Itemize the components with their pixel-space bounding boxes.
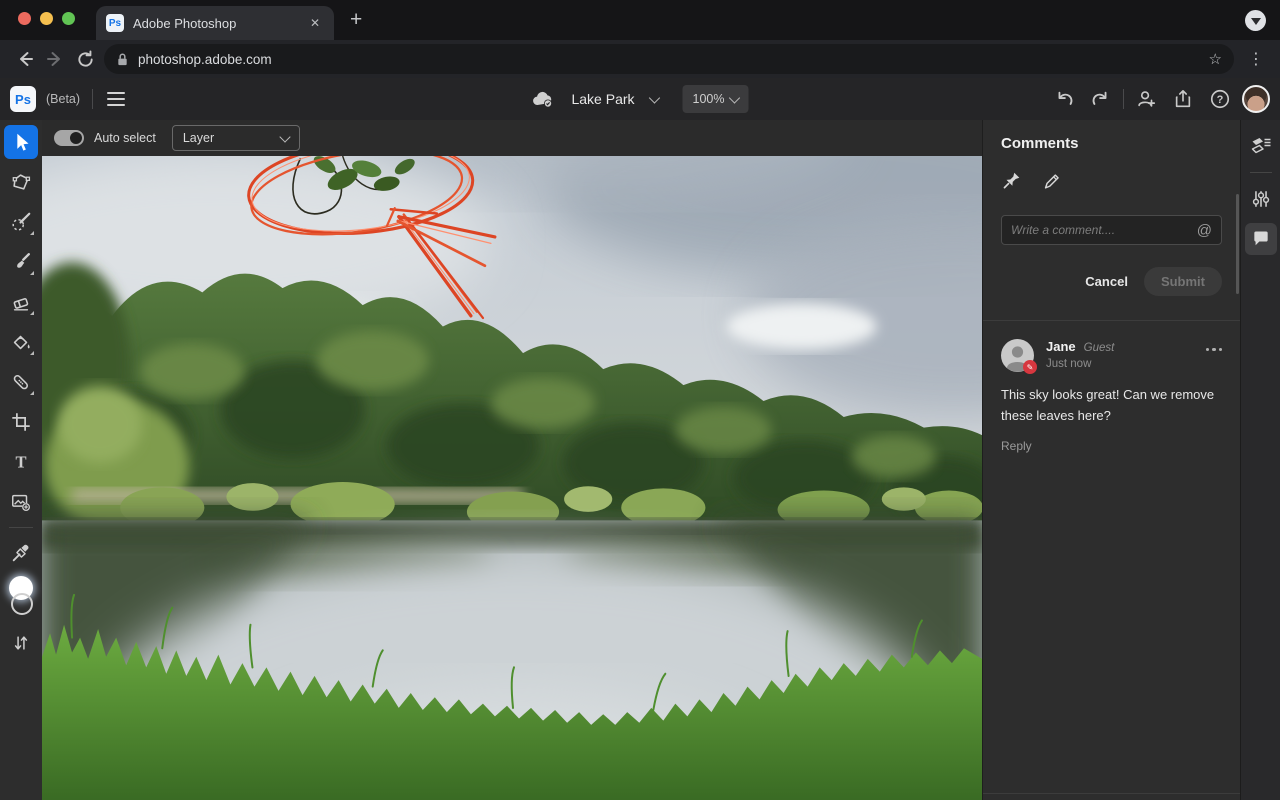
- lock-icon: [116, 52, 129, 67]
- back-button[interactable]: [10, 44, 40, 74]
- help-icon[interactable]: ?: [1205, 84, 1235, 114]
- browser-menu-icon[interactable]: ⋮: [1242, 49, 1270, 69]
- user-avatar[interactable]: [1242, 85, 1270, 113]
- tab-title: Adobe Photoshop: [133, 16, 297, 31]
- document-name[interactable]: Lake Park: [571, 91, 634, 107]
- forward-button[interactable]: [40, 44, 70, 74]
- eraser-tool-icon: [10, 291, 32, 313]
- comment-more-icon[interactable]: [1206, 344, 1223, 352]
- document-chevron-icon[interactable]: [649, 92, 660, 103]
- tab-close-icon[interactable]: ✕: [306, 14, 324, 32]
- zoom-level-dropdown[interactable]: 100%: [683, 85, 749, 113]
- background-color-swatch[interactable]: [11, 593, 33, 615]
- eraser-tool[interactable]: [4, 285, 38, 319]
- auto-select-toggle[interactable]: [54, 130, 84, 146]
- draw-annotation-icon[interactable]: [1041, 170, 1063, 197]
- ps-header: Ps (Beta) Lake Park 100% ?: [0, 78, 1280, 120]
- mention-icon[interactable]: @: [1197, 222, 1212, 239]
- new-tab-button[interactable]: +: [344, 10, 368, 30]
- type-tool-icon: T: [10, 451, 32, 473]
- document-canvas[interactable]: [42, 156, 982, 800]
- panel-scrollbar[interactable]: [1236, 194, 1239, 294]
- right-taskbar: i: [1240, 120, 1280, 800]
- svg-text:T: T: [15, 453, 26, 472]
- layer-target-value: Layer: [183, 131, 214, 145]
- tools-panel: T: [0, 120, 42, 800]
- brush-tool-icon: [10, 251, 32, 273]
- browser-tab[interactable]: Ps Adobe Photoshop ✕: [96, 6, 334, 40]
- layer-target-dropdown[interactable]: Layer: [172, 125, 300, 151]
- url-text[interactable]: photoshop.adobe.com: [138, 52, 1200, 67]
- fill-tool-icon: [10, 331, 32, 353]
- pin-comment-icon[interactable]: [1001, 170, 1023, 197]
- svg-text:?: ?: [1217, 94, 1224, 106]
- swap-colors-button[interactable]: [4, 626, 38, 660]
- eyedropper-tool-icon: [10, 542, 32, 564]
- swap-arrows-icon: [11, 633, 31, 653]
- zoom-level-value: 100%: [693, 92, 725, 106]
- place-image-tool[interactable]: [4, 485, 38, 519]
- comment-composer[interactable]: @: [1001, 215, 1222, 245]
- commenter-avatar: ✎: [1001, 339, 1034, 372]
- photoshop-logo[interactable]: Ps: [10, 86, 36, 112]
- browser-tabstrip: Ps Adobe Photoshop ✕ +: [0, 0, 1280, 40]
- type-tool[interactable]: T: [4, 445, 38, 479]
- cancel-button[interactable]: Cancel: [1085, 274, 1128, 289]
- cloud-document-icon: [531, 90, 555, 108]
- lake-photo: [42, 156, 982, 800]
- browser-extension-icon[interactable]: [1245, 10, 1266, 31]
- commenter-role: Guest: [1084, 342, 1115, 354]
- reply-link[interactable]: Reply: [1001, 439, 1222, 453]
- place-image-tool-icon: [10, 491, 32, 513]
- auto-select-label: Auto select: [94, 131, 156, 145]
- tool-options-bar: Auto select Layer: [42, 120, 982, 156]
- submit-button[interactable]: Submit: [1144, 267, 1222, 296]
- fill-tool[interactable]: [4, 325, 38, 359]
- comment-text: This sky looks great! Can we remove thes…: [1001, 385, 1222, 427]
- eyedropper-tool[interactable]: [4, 536, 38, 570]
- undo-button[interactable]: [1049, 84, 1079, 114]
- maximize-window-button[interactable]: [62, 12, 75, 25]
- guest-edit-badge-icon: ✎: [1023, 360, 1037, 374]
- heal-tool[interactable]: [4, 365, 38, 399]
- comment-item[interactable]: ✎ Jane Guest Just now This sky looks gre…: [983, 321, 1240, 453]
- properties-panel-icon[interactable]: [1245, 183, 1277, 215]
- close-window-button[interactable]: [18, 12, 31, 25]
- comments-panel-title: Comments: [983, 120, 1240, 152]
- quick-select-tool[interactable]: [4, 205, 38, 239]
- comments-footer: [983, 793, 1240, 800]
- comment-timestamp: Just now: [1046, 358, 1222, 370]
- redo-button[interactable]: [1086, 84, 1116, 114]
- beta-label: (Beta): [46, 92, 80, 106]
- commenter-name: Jane: [1046, 339, 1076, 354]
- crop-tool-icon: [10, 411, 32, 433]
- minimize-window-button[interactable]: [40, 12, 53, 25]
- reload-button[interactable]: [70, 44, 100, 74]
- brush-tool[interactable]: [4, 245, 38, 279]
- photoshop-favicon-icon: Ps: [106, 14, 124, 32]
- color-swatches[interactable]: [4, 576, 38, 622]
- address-bar[interactable]: photoshop.adobe.com ☆: [104, 44, 1234, 74]
- main-menu-icon[interactable]: [107, 92, 125, 106]
- crop-tool[interactable]: [4, 405, 38, 439]
- invite-people-icon[interactable]: [1131, 84, 1161, 114]
- comments-panel: Comments @ Cancel Submit ✎: [982, 120, 1240, 800]
- move-tool[interactable]: [4, 125, 38, 159]
- window-controls[interactable]: [18, 12, 75, 25]
- bookmark-star-icon[interactable]: ☆: [1209, 50, 1222, 68]
- layers-panel-icon[interactable]: [1245, 130, 1277, 162]
- heal-tool-icon: [10, 371, 32, 393]
- select-tool-icon: [10, 171, 32, 193]
- share-icon[interactable]: [1168, 84, 1198, 114]
- quick-select-tool-icon: [10, 211, 32, 233]
- browser-toolbar: photoshop.adobe.com ☆ ⋮: [0, 40, 1280, 78]
- comments-panel-icon[interactable]: [1245, 223, 1277, 255]
- comment-input[interactable]: [1011, 223, 1191, 237]
- move-tool-icon: [10, 131, 32, 153]
- select-tool[interactable]: [4, 165, 38, 199]
